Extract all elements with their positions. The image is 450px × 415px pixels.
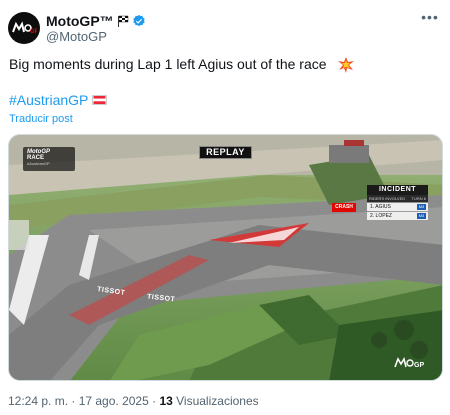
display-name[interactable]: MotoGP™	[46, 13, 114, 29]
race-logo-line3: #AustrianGP	[27, 161, 50, 166]
replay-label: REPLAY	[199, 146, 252, 159]
handle[interactable]: @MotoGP	[46, 29, 146, 44]
video-player[interactable]: MotoGP RACE #AustrianGP REPLAY INCIDENT …	[8, 134, 443, 381]
incident-subheader: RIDERS INVOLVED TURN 6	[367, 195, 428, 202]
svg-text:GP: GP	[414, 362, 424, 369]
incident-rider-row: 1. AGIUS M3	[367, 203, 428, 211]
race-track-scene	[9, 135, 442, 380]
rider-tag: M3	[417, 204, 426, 210]
race-broadcast-logo: MotoGP RACE #AustrianGP	[23, 147, 75, 171]
svg-text:GP: GP	[30, 29, 37, 35]
rider-tag: M3	[417, 213, 426, 219]
translate-post-link[interactable]: Traducir post	[9, 113, 73, 125]
more-options-icon[interactable]: •••	[420, 10, 440, 28]
crash-badge: CRASH	[332, 203, 356, 212]
hashtag-row: #AustrianGP	[9, 92, 108, 108]
austria-flag-icon	[92, 95, 108, 105]
incident-panel: INCIDENT RIDERS INVOLVED TURN 6 CRASH 1.…	[332, 185, 436, 222]
hashtag-link[interactable]: #AustrianGP	[9, 92, 88, 108]
turn-label: TURN 6	[411, 196, 426, 201]
tweet-meta: 12:24 p. m. · 17 ago. 2025 · 13 Visualiz…	[8, 394, 259, 408]
account-names: MotoGP™ @MotoGP	[46, 12, 146, 44]
motogp-watermark-icon: GP	[394, 357, 424, 369]
collision-emoji-icon	[338, 57, 355, 74]
motogp-logo-icon: GP	[12, 21, 37, 35]
incident-title: INCIDENT	[367, 185, 428, 195]
verified-badge-icon	[132, 14, 145, 26]
incident-rider-row: 2. LOPEZ M3	[367, 212, 428, 220]
views-count: 13	[159, 394, 173, 408]
tweet-text: Big moments during Lap 1 left Agius out …	[9, 56, 355, 74]
tweet-text-content: Big moments during Lap 1 left Agius out …	[9, 56, 327, 72]
views-label: Visualizaciones	[172, 394, 259, 408]
checkered-flag-icon	[117, 15, 128, 27]
riders-involved-label: RIDERS INVOLVED	[369, 196, 406, 201]
rider-name: 1. AGIUS	[370, 204, 391, 210]
avatar[interactable]: GP	[8, 12, 40, 44]
rider-name: 2. LOPEZ	[370, 213, 392, 219]
tweet-header: GP MotoGP™ @MotoGP •••	[8, 10, 442, 44]
tweet-timestamp[interactable]: 12:24 p. m. · 17 ago. 2025 ·	[8, 394, 159, 408]
